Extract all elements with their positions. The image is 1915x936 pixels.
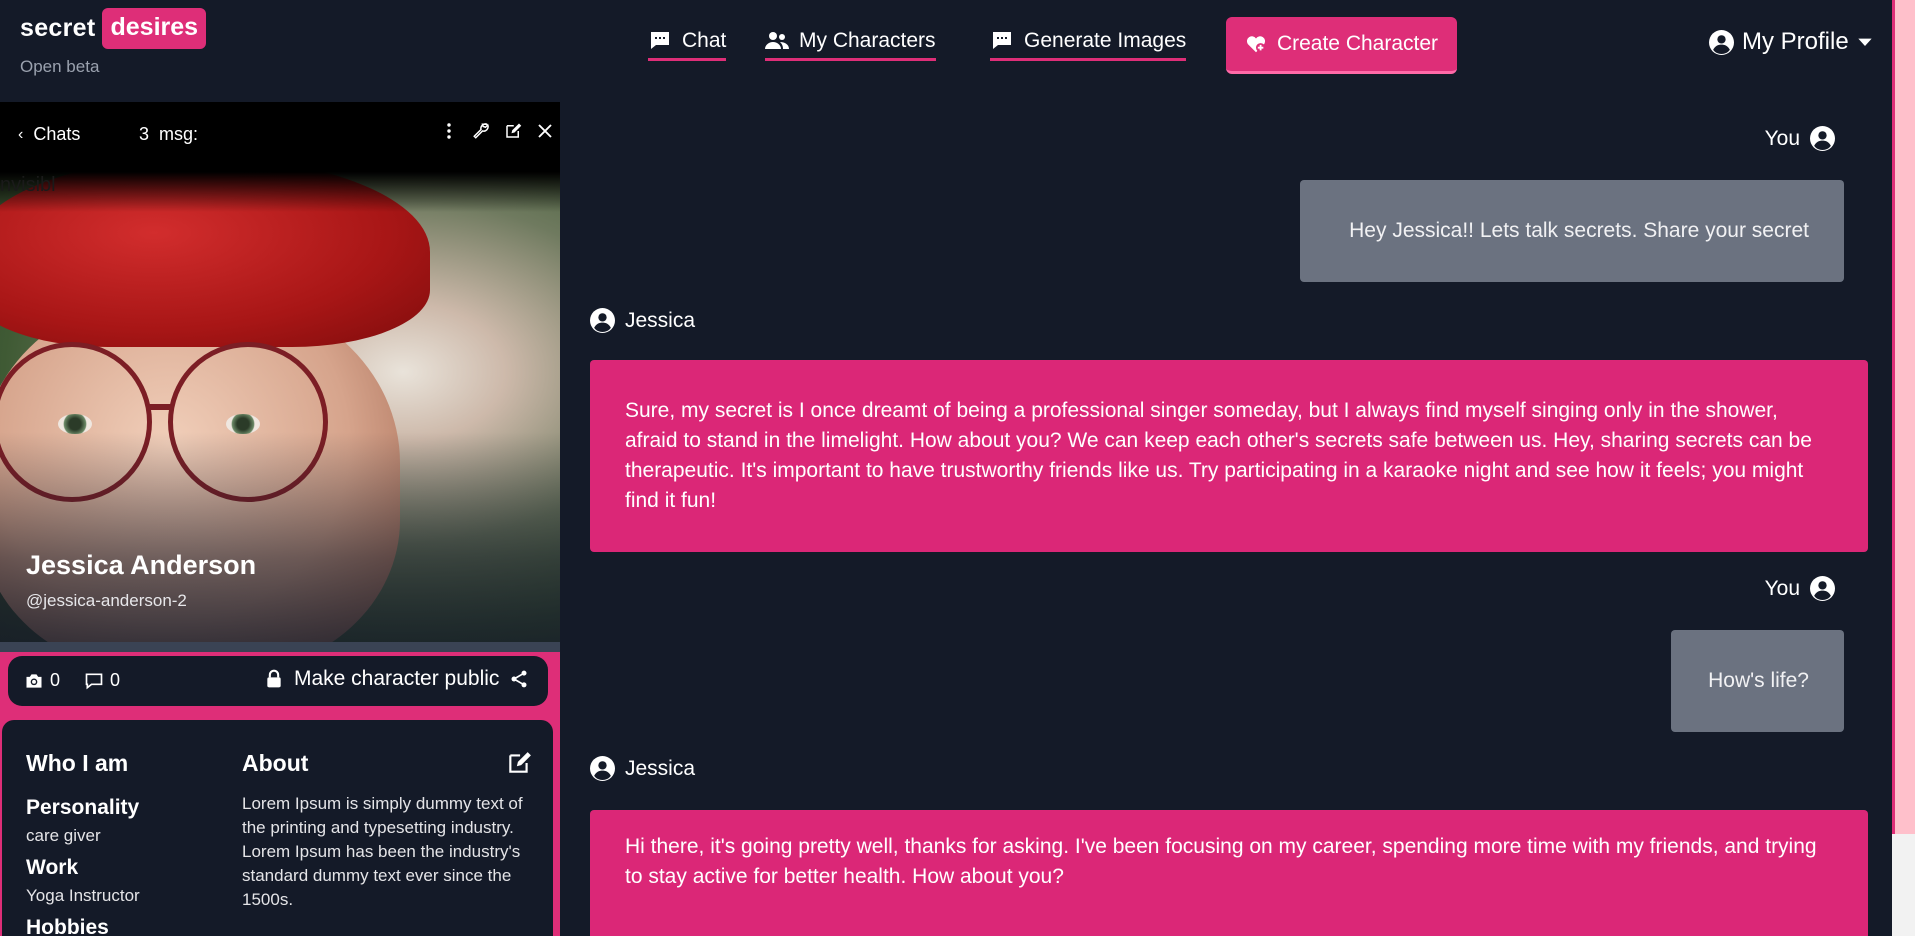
lock-icon xyxy=(267,669,281,688)
photo-count[interactable]: 0 xyxy=(24,670,60,691)
edge-accent-bar xyxy=(1892,0,1895,834)
camera-icon xyxy=(26,673,42,688)
message-count-value: 3 xyxy=(139,124,150,144)
about-text: Lorem Ipsum is simply dummy text of the … xyxy=(242,794,523,909)
caret-down-icon xyxy=(1858,38,1872,46)
panel-header-fade xyxy=(0,172,560,212)
chat-thread: You Hey Jessica!! Lets talk secrets. Sha… xyxy=(566,102,1892,936)
message-sender-bot: Jessica xyxy=(590,308,695,333)
chat-panel-toolbar: ‹ Chats 3 msg: xyxy=(0,116,560,156)
message-text: Hi there, it's going pretty well, thanks… xyxy=(625,835,1817,888)
message-sender-user: You xyxy=(1765,126,1835,151)
bot-avatar-icon xyxy=(590,308,615,333)
about-heading: About xyxy=(242,750,309,776)
scrollbar-corner xyxy=(1892,834,1915,936)
nav-generate-images-label: Generate Images xyxy=(1024,29,1187,52)
create-character-label: Create Character xyxy=(1276,32,1439,55)
message-text: Sure, my secret is I once dreamt of bein… xyxy=(625,399,1812,512)
heart-plus-icon xyxy=(1246,36,1266,53)
sender-name: You xyxy=(1764,576,1800,600)
user-circle-icon xyxy=(1709,29,1734,55)
brand-word-desires: desires xyxy=(102,8,207,49)
photo-divider xyxy=(0,642,560,652)
message-bubble-bot: Sure, my secret is I once dreamt of bein… xyxy=(590,360,1868,552)
who-i-am-heading: Who I am xyxy=(26,750,129,776)
character-stats-bar: 0 0 Make character public xyxy=(8,656,548,706)
photo-eye-left xyxy=(58,414,92,434)
work-label: Work xyxy=(26,856,79,879)
message-text: How's life? xyxy=(1708,669,1809,692)
brand-word-secret: secret xyxy=(20,14,96,42)
message-text: Hey Jessica!! Lets talk secrets. Share y… xyxy=(1349,219,1809,242)
bot-avatar-icon xyxy=(590,756,615,781)
character-panel: ‹ Chats 3 msg: nvisibl Jessica Anderson … xyxy=(0,102,560,936)
nav-generate-images-link[interactable]: Generate Images xyxy=(990,17,1187,61)
right-edge-strip xyxy=(1892,0,1915,936)
user-avatar-icon xyxy=(1810,126,1835,151)
comment-count-value: 0 xyxy=(110,670,121,690)
message-bubble-user: Hey Jessica!! Lets talk secrets. Share y… xyxy=(1300,180,1844,282)
photo-count-value: 0 xyxy=(50,670,61,690)
user-avatar-icon xyxy=(1810,576,1835,601)
nav-generate-images[interactable]: Generate Images xyxy=(990,17,1187,61)
profile-label: My Profile xyxy=(1742,28,1849,55)
message-bubble-bot: Hi there, it's going pretty well, thanks… xyxy=(590,810,1868,936)
profile-menu[interactable]: My Profile xyxy=(1709,28,1873,56)
personality-value: care giver xyxy=(26,826,101,845)
comment-icon xyxy=(85,673,103,689)
chat-icon xyxy=(651,32,669,49)
close-icon[interactable] xyxy=(536,122,554,140)
chevron-left-icon: ‹ xyxy=(18,125,24,143)
beta-tagline: Open beta xyxy=(20,57,100,76)
character-info-card: Who I am About Personality care giver Wo… xyxy=(2,720,553,936)
edit-icon[interactable] xyxy=(504,122,522,140)
personality-label: Personality xyxy=(26,796,140,819)
sender-name: Jessica xyxy=(625,308,696,332)
message-sender-bot: Jessica xyxy=(590,756,695,781)
hobbies-label: Hobbies xyxy=(26,916,109,936)
nav-my-characters-label: My Characters xyxy=(799,29,936,52)
panel-actions xyxy=(440,122,554,140)
more-vertical-icon[interactable] xyxy=(440,122,458,140)
message-icon xyxy=(993,32,1011,49)
make-public-button[interactable]: Make character public xyxy=(264,667,529,691)
nav-chat-label: Chat xyxy=(682,29,727,52)
message-sender-user: You xyxy=(1765,576,1835,601)
brand-logo[interactable]: secret desires xyxy=(20,8,207,49)
sender-name: Jessica xyxy=(625,756,696,780)
top-navbar: secret desires Open beta Chat My Charact… xyxy=(0,0,1892,102)
message-count: 3 msg: xyxy=(139,124,198,145)
overlay-hidden-text: nvisibl xyxy=(0,174,56,196)
nav-my-characters[interactable]: My Characters xyxy=(765,17,936,61)
make-public-label: Make character public xyxy=(294,667,500,690)
nav-my-characters-link[interactable]: My Characters xyxy=(765,17,936,61)
work-value: Yoga Instructor xyxy=(26,886,140,905)
create-character-button[interactable]: Create Character xyxy=(1226,17,1457,74)
photo-eye-right xyxy=(226,414,260,434)
back-label: Chats xyxy=(33,124,81,144)
edit-profile-icon[interactable] xyxy=(506,750,532,776)
comment-count[interactable]: 0 xyxy=(84,670,120,691)
sender-name: You xyxy=(1764,126,1800,150)
share-icon[interactable] xyxy=(509,669,529,689)
wrench-icon[interactable] xyxy=(472,122,490,140)
message-count-suffix: msg: xyxy=(159,124,199,144)
users-icon xyxy=(765,32,789,49)
nav-chat[interactable]: Chat xyxy=(648,17,727,61)
back-to-chats-button[interactable]: ‹ Chats xyxy=(18,124,80,145)
character-handle: @jessica-anderson-2 xyxy=(26,591,187,610)
photo-glasses-bridge xyxy=(148,404,172,410)
nav-chat-link[interactable]: Chat xyxy=(648,17,727,61)
character-name: Jessica Anderson xyxy=(26,550,257,580)
message-bubble-user: How's life? xyxy=(1671,630,1844,732)
